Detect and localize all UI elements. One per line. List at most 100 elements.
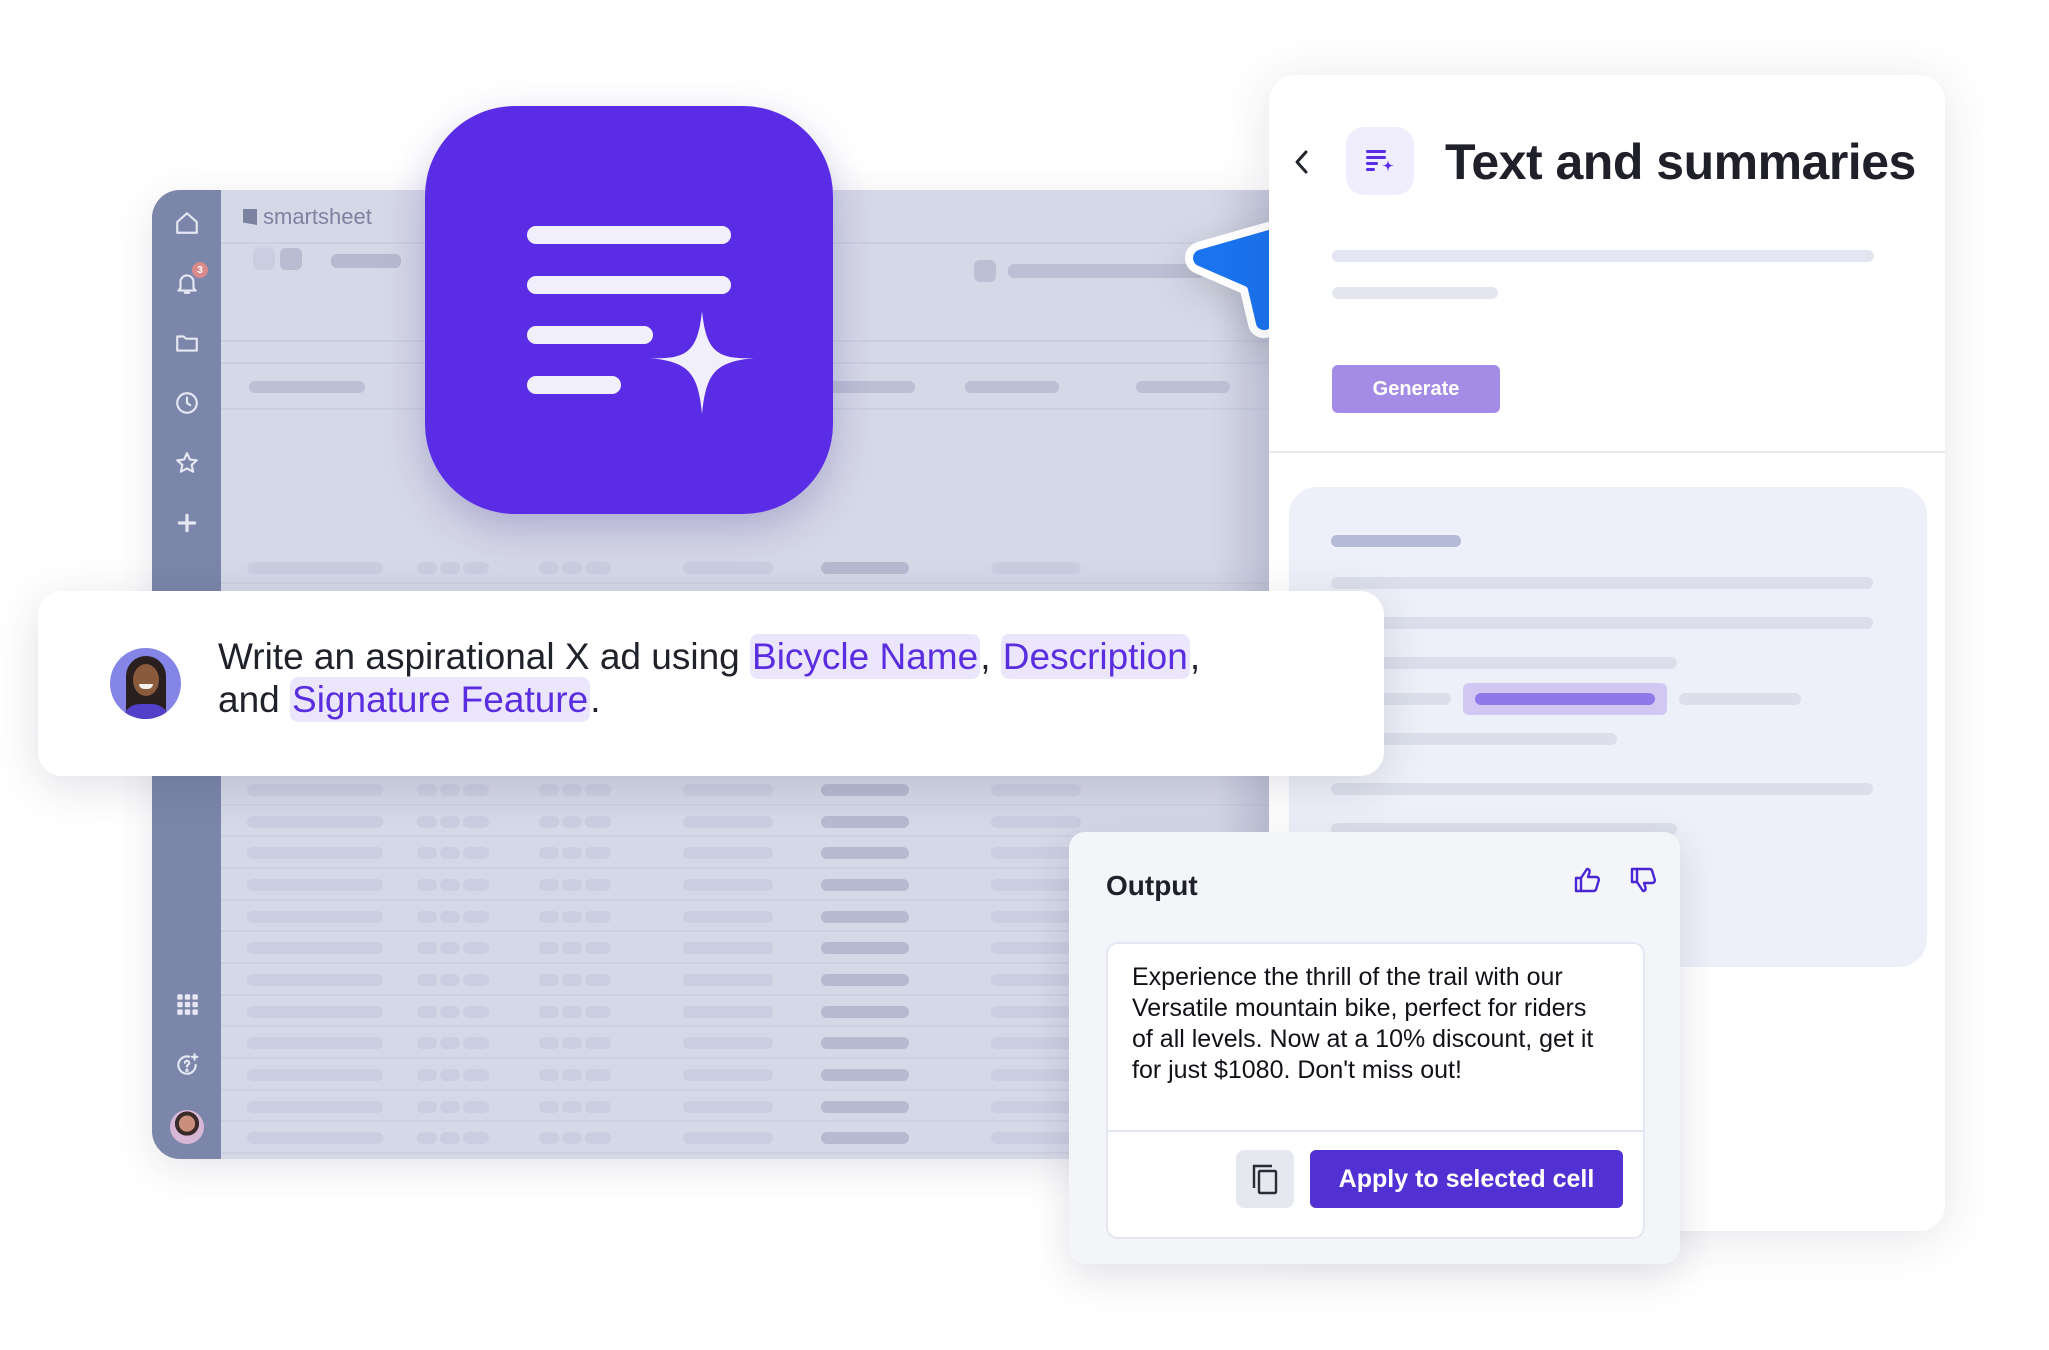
prompt-text-start: Write an aspirational X ad using: [218, 636, 751, 677]
cell-skeleton: [562, 1005, 582, 1018]
cell-skeleton: [463, 910, 489, 923]
toolbar-button-2[interactable]: [280, 248, 302, 270]
preview-line-skeleton: [1331, 577, 1873, 589]
home-icon[interactable]: [170, 206, 204, 240]
plus-icon[interactable]: [170, 506, 204, 540]
cell-skeleton: [463, 1069, 489, 1081]
cell-skeleton: [247, 1037, 383, 1050]
copy-icon: [1252, 1164, 1278, 1195]
cell-skeleton: [562, 562, 582, 574]
thumbs-up-button[interactable]: [1570, 862, 1606, 898]
cell-skeleton: [821, 878, 909, 891]
sheet-title-skeleton: [1008, 264, 1205, 278]
cell-skeleton: [683, 815, 773, 828]
cell-skeleton: [417, 942, 437, 955]
cell-skeleton: [821, 973, 909, 986]
cell-skeleton: [440, 1005, 460, 1018]
cell-skeleton: [585, 1037, 611, 1050]
cell-skeleton: [683, 562, 773, 574]
cell-skeleton: [247, 1069, 383, 1081]
cell-skeleton: [440, 910, 460, 923]
cell-skeleton: [247, 1132, 383, 1145]
prompt-text-end: .: [590, 679, 601, 720]
cell-skeleton: [417, 910, 437, 923]
column-header: [249, 381, 365, 393]
cell-skeleton: [539, 910, 559, 923]
prompt-and: and: [218, 679, 291, 720]
description-skeleton: [1332, 287, 1498, 299]
description-skeleton: [1332, 250, 1874, 262]
cell-skeleton: [247, 973, 383, 986]
cell-skeleton: [821, 815, 909, 828]
column-header: [965, 381, 1059, 393]
apps-grid-icon[interactable]: [170, 987, 204, 1021]
prompt-separator: ,: [1189, 636, 1201, 677]
cell-skeleton: [463, 942, 489, 955]
cell-skeleton: [562, 1069, 582, 1081]
cell-skeleton: [585, 815, 611, 828]
sheet-title-icon: [974, 260, 996, 282]
cell-skeleton: [585, 942, 611, 955]
prompt-card: Write an aspirational X ad using Bicycle…: [38, 591, 1384, 776]
output-box: Experience the thrill of the trail with …: [1106, 942, 1645, 1239]
cell-skeleton: [463, 1100, 489, 1113]
sheet-row: [221, 552, 1270, 584]
cell-skeleton: [417, 1100, 437, 1113]
preview-highlight-bar: [1475, 693, 1655, 705]
column-header: [825, 381, 915, 393]
cell-skeleton: [821, 1037, 909, 1050]
cell-skeleton: [991, 815, 1081, 828]
column-chip-bicycle-name[interactable]: Bicycle Name: [750, 634, 981, 679]
cell-skeleton: [440, 783, 460, 796]
clock-icon[interactable]: [170, 386, 204, 420]
cell-skeleton: [821, 562, 909, 574]
cell-skeleton: [539, 847, 559, 860]
cell-skeleton: [562, 973, 582, 986]
cell-skeleton: [539, 783, 559, 796]
cell-skeleton: [562, 783, 582, 796]
cell-skeleton: [463, 1132, 489, 1145]
cell-skeleton: [585, 783, 611, 796]
copy-button[interactable]: [1236, 1150, 1294, 1208]
cell-skeleton: [821, 1005, 909, 1018]
apply-to-selected-cell-button[interactable]: Apply to selected cell: [1310, 1150, 1623, 1208]
cell-skeleton: [683, 878, 773, 891]
user-avatar[interactable]: [170, 1110, 204, 1144]
cell-skeleton: [463, 815, 489, 828]
column-chip-signature-feature[interactable]: Signature Feature: [290, 677, 591, 722]
cell-skeleton: [417, 847, 437, 860]
logo-text: smartsheet: [263, 204, 372, 229]
cell-skeleton: [991, 562, 1081, 574]
cell-skeleton: [440, 878, 460, 891]
panel-title: Text and summaries: [1445, 134, 1916, 190]
output-title: Output: [1106, 870, 1198, 901]
column-chip-description[interactable]: Description: [1000, 634, 1190, 679]
thumbs-down-button[interactable]: [1626, 862, 1662, 898]
generate-button[interactable]: Generate: [1332, 365, 1500, 413]
star-icon[interactable]: [170, 446, 204, 480]
cell-skeleton: [585, 878, 611, 891]
cell-skeleton: [585, 910, 611, 923]
cell-skeleton: [585, 973, 611, 986]
sheet-row: [221, 774, 1270, 806]
cell-skeleton: [417, 1132, 437, 1145]
cell-skeleton: [683, 783, 773, 796]
back-button[interactable]: [1289, 145, 1315, 179]
toolbar-button-1[interactable]: [253, 248, 275, 270]
cell-skeleton: [991, 1005, 1081, 1018]
cell-skeleton: [683, 973, 773, 986]
cell-skeleton: [683, 942, 773, 955]
preview-line-skeleton: [1331, 783, 1873, 795]
output-text[interactable]: Experience the thrill of the trail with …: [1132, 962, 1602, 1086]
folder-icon[interactable]: [170, 326, 204, 360]
cell-skeleton: [562, 942, 582, 955]
smartsheet-logo: smartsheet: [243, 204, 372, 230]
cell-skeleton: [247, 910, 383, 923]
panel-divider: [1269, 451, 1945, 453]
cell-skeleton: [683, 1132, 773, 1145]
cell-skeleton: [539, 815, 559, 828]
cell-skeleton: [821, 1132, 909, 1145]
cell-skeleton: [417, 878, 437, 891]
help-sparkle-icon[interactable]: [170, 1048, 204, 1082]
cell-skeleton: [417, 973, 437, 986]
